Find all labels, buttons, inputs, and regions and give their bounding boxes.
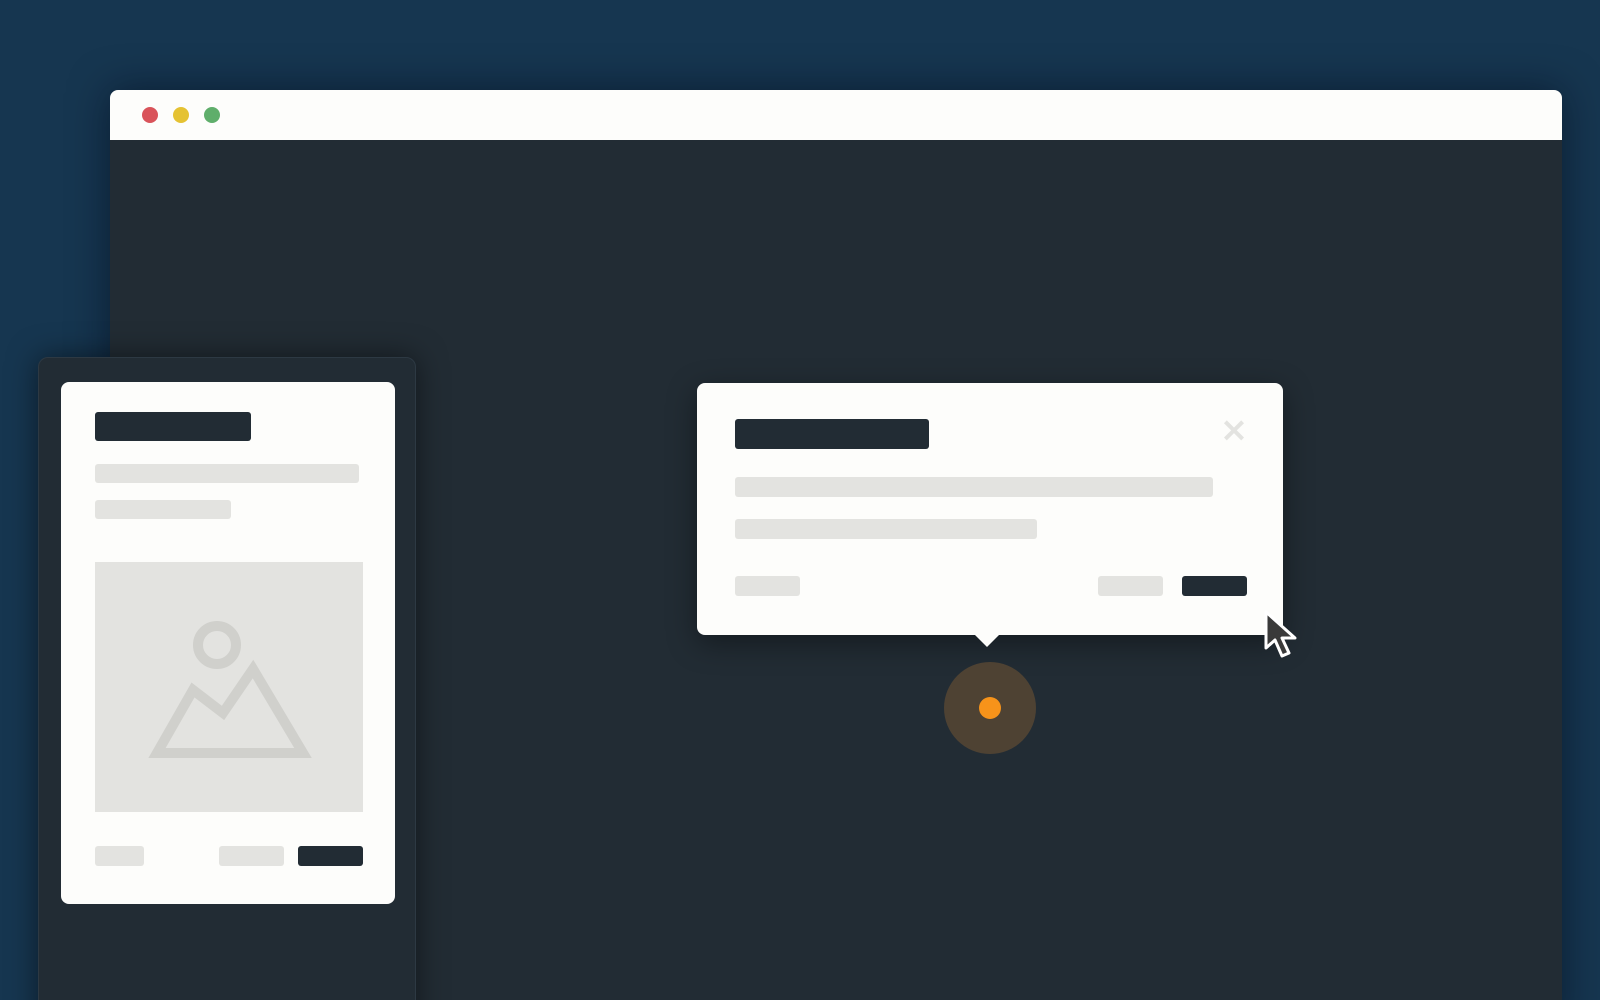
image-placeholder-icon: [148, 621, 312, 758]
popover-dialog: ×: [697, 383, 1283, 647]
mobile-card: [61, 382, 395, 904]
hotspot-dot[interactable]: [979, 697, 1001, 719]
card-cancel-button[interactable]: [219, 846, 284, 866]
window-minimize-button[interactable]: [173, 107, 189, 123]
dialog-text-line-placeholder: [735, 477, 1213, 497]
card-text-line-placeholder: [95, 464, 359, 483]
dialog-pointer-tail: [973, 633, 1001, 647]
card-text-line-placeholder: [95, 500, 231, 519]
card-title-placeholder: [95, 412, 251, 441]
close-icon[interactable]: ×: [1219, 413, 1249, 447]
dialog-secondary-button[interactable]: [735, 576, 800, 596]
dialog-text-line-placeholder: [735, 519, 1037, 539]
stage: ×: [0, 0, 1600, 1000]
dialog-title-placeholder: [735, 419, 929, 449]
card-primary-button[interactable]: [298, 846, 363, 866]
dialog-cancel-button[interactable]: [1098, 576, 1163, 596]
image-placeholder: [95, 562, 363, 812]
hotspot-beacon[interactable]: [944, 662, 1036, 754]
dialog-primary-button[interactable]: [1182, 576, 1247, 596]
card-secondary-button[interactable]: [95, 846, 144, 866]
mobile-preview-panel: [38, 357, 416, 1000]
window-close-button[interactable]: [142, 107, 158, 123]
pointer-cursor-icon: [1264, 610, 1297, 658]
window-titlebar: [110, 90, 1562, 140]
window-maximize-button[interactable]: [204, 107, 220, 123]
